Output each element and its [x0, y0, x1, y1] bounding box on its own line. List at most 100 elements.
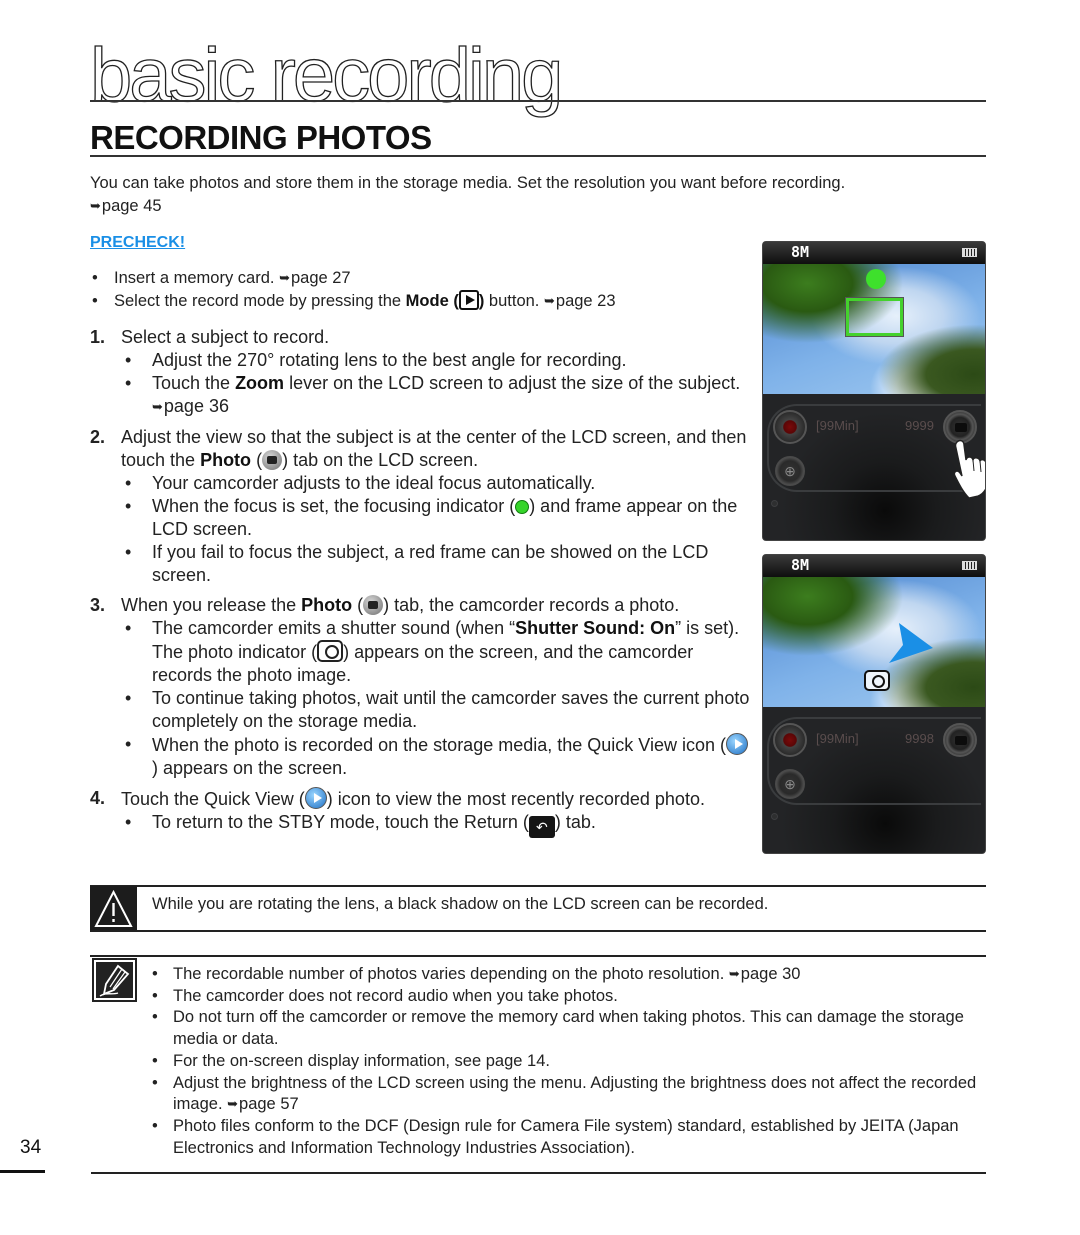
notes-list: The recordable number of photos varies d… — [150, 964, 990, 1159]
substep: To return to the STBY mode, touch the Re… — [121, 811, 750, 838]
step-substeps: Your camcorder adjusts to the ideal focu… — [121, 472, 750, 587]
shutter-sound-label: Shutter Sound: On — [515, 618, 676, 638]
page-ref-link[interactable]: page 23 — [556, 292, 616, 310]
substep-text: To return to the STBY mode, touch the Re… — [152, 812, 529, 832]
step-number: 3. — [90, 595, 106, 615]
photo-label: Photo — [200, 450, 252, 470]
step-text: When you release the — [121, 595, 302, 615]
photo-indicator-icon — [317, 640, 344, 662]
step-number: 1. — [90, 327, 106, 347]
page-ref-arrow-icon: ➥ — [728, 966, 740, 981]
photo-indicator-icon — [864, 670, 890, 691]
substep-text: ) appears on the screen. — [152, 758, 348, 778]
step-substeps: The camcorder emits a shutter sound (whe… — [121, 617, 750, 780]
steps-list: 1. Select a subject to record. Adjust th… — [90, 326, 750, 845]
note-item: Do not turn off the camcorder or remove … — [150, 1007, 990, 1050]
focus-frame — [845, 297, 904, 337]
substep-text: When the photo is recorded on the storag… — [152, 735, 726, 755]
battery-icon — [962, 248, 977, 257]
photo-tab-button[interactable] — [943, 723, 977, 757]
chapter-divider — [90, 100, 986, 102]
step-3: 3. When you release the Photo () tab, th… — [90, 594, 750, 780]
warning-bottom-rule — [90, 930, 986, 932]
note-item: Adjust the brightness of the LCD screen … — [150, 1073, 990, 1116]
note-text: The recordable number of photos varies d… — [173, 965, 725, 983]
section-title: RECORDING PHOTOS — [90, 119, 432, 156]
substep-text: If you fail to focus the subject, a red … — [152, 542, 709, 585]
intro-text: You can take photos and store them in th… — [90, 174, 846, 192]
step-text: tab, the camcorder records a photo. — [389, 595, 680, 615]
page-number: 34 — [20, 1137, 42, 1158]
panel-indicator-dot — [771, 813, 778, 820]
page-number-rule — [0, 1170, 45, 1173]
page-ref-arrow-icon: ➥ — [279, 270, 290, 285]
intro-page-ref[interactable]: page 45 — [102, 197, 162, 215]
zoom-button[interactable]: ⊕ — [775, 769, 805, 799]
resolution-indicator: 8M — [791, 243, 810, 261]
touch-hand-icon — [953, 439, 985, 499]
lcd-viewfinder — [763, 577, 985, 707]
page-ref-link[interactable]: page 27 — [291, 269, 351, 287]
resolution-indicator: 8M — [791, 556, 810, 574]
record-button[interactable] — [773, 723, 807, 757]
substep: Touch the Zoom lever on the LCD screen t… — [121, 372, 750, 419]
page-ref-link[interactable]: page 30 — [741, 965, 801, 983]
note-text: For the on-screen display information, s… — [173, 1051, 550, 1070]
record-button[interactable] — [773, 410, 807, 444]
precheck-item-text: Select the record mode by pressing the — [114, 292, 406, 310]
page-ref-link[interactable]: page 57 — [239, 1095, 299, 1113]
substep-text: The camcorder emits a shutter sound (whe… — [152, 618, 516, 638]
substep: The camcorder emits a shutter sound (whe… — [121, 617, 750, 687]
precheck-heading: PRECHECK! — [90, 234, 186, 251]
substep-text: When the focus is set, the focusing indi… — [152, 496, 516, 516]
note-item: The recordable number of photos varies d… — [150, 964, 990, 986]
lcd-screen-focusing: 8M [99Min] 9999 ⊕ — [762, 241, 986, 541]
lcd-viewfinder — [763, 264, 985, 394]
note-text: Do not turn off the camcorder or remove … — [173, 1008, 964, 1049]
warning-triangle-icon — [90, 886, 137, 932]
quick-view-icon — [726, 733, 748, 755]
step-text: Touch the Quick View ( — [121, 789, 305, 809]
note-item: The camcorder does not record audio when… — [150, 986, 990, 1008]
photo-tab-icon — [363, 595, 384, 615]
photo-count: 9998 — [905, 731, 934, 746]
substep-text: Touch the — [152, 373, 236, 393]
substep: If you fail to focus the subject, a red … — [121, 541, 750, 587]
step-2: 2. Adjust the view so that the subject i… — [90, 426, 750, 587]
warning-top-rule — [90, 885, 986, 887]
lcd-control-panel: [99Min] 9998 ⊕ — [763, 707, 985, 853]
step-number: 4. — [90, 788, 106, 808]
page-ref-link[interactable]: page 36 — [164, 396, 229, 416]
lcd-screen-captured: 8M [99Min] 9998 ⊕ — [762, 554, 986, 854]
focus-indicator-icon — [515, 500, 530, 514]
precheck-item-text: button. — [484, 292, 540, 310]
precheck-list: Insert a memory card. ➥page 27 Select th… — [90, 267, 730, 313]
pointer-arrow-icon — [889, 623, 933, 663]
quick-view-icon — [304, 787, 327, 809]
focus-indicator-icon — [866, 269, 886, 289]
section-divider — [90, 155, 986, 157]
precheck-item: Select the record mode by pressing the M… — [90, 290, 730, 313]
warning-text: While you are rotating the lens, a black… — [152, 895, 769, 913]
step-text: Select a subject to record. — [121, 327, 330, 347]
step-4: 4. Touch the Quick View () icon to view … — [90, 787, 750, 838]
photo-label: Photo — [301, 595, 353, 615]
battery-icon — [962, 561, 977, 570]
step-1: 1. Select a subject to record. Adjust th… — [90, 326, 750, 419]
step-substeps: To return to the STBY mode, touch the Re… — [121, 811, 750, 838]
mode-play-icon — [458, 290, 479, 310]
substep: When the photo is recorded on the storag… — [121, 733, 750, 780]
remaining-time: [99Min] — [816, 731, 859, 746]
zoom-button[interactable]: ⊕ — [775, 456, 805, 486]
substep-text: lever on the LCD screen to adjust the si… — [284, 373, 741, 393]
page-ref-arrow-icon: ➥ — [152, 399, 163, 414]
lcd-control-panel: [99Min] 9999 ⊕ — [763, 394, 985, 540]
note-item: Photo files conform to the DCF (Design r… — [150, 1116, 990, 1159]
step-text: tab on the LCD screen. — [288, 450, 479, 470]
mode-label: Mode ( — [405, 292, 459, 310]
precheck-item-text: Insert a memory card. — [114, 269, 275, 287]
substep: Adjust the 270° rotating lens to the bes… — [121, 349, 750, 372]
step-number: 2. — [90, 427, 106, 447]
note-text: Photo files conform to the DCF (Design r… — [173, 1116, 959, 1157]
zoom-label: Zoom — [235, 373, 285, 393]
